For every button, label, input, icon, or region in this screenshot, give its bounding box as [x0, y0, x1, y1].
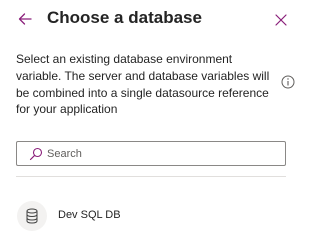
divider	[16, 176, 286, 177]
page-title: Choose a database	[47, 8, 202, 27]
search-icon	[29, 147, 43, 161]
close-icon	[275, 14, 287, 26]
database-icon-container	[17, 201, 47, 231]
search-input[interactable]	[47, 144, 277, 163]
database-icon	[26, 208, 38, 224]
search-box[interactable]	[16, 141, 286, 166]
info-button[interactable]	[281, 75, 295, 89]
database-item-dev-sql-db[interactable]: Dev SQL DB	[16, 200, 286, 232]
choose-database-panel: Choose a database Select an existing dat…	[0, 0, 300, 245]
back-button[interactable]	[17, 11, 33, 27]
info-icon	[281, 75, 295, 89]
close-button[interactable]	[274, 13, 288, 27]
description-text: Select an existing database environment …	[16, 52, 270, 117]
panel-header: Choose a database	[0, 0, 300, 40]
arrow-left-icon	[18, 13, 32, 25]
database-item-label: Dev SQL DB	[58, 209, 121, 221]
